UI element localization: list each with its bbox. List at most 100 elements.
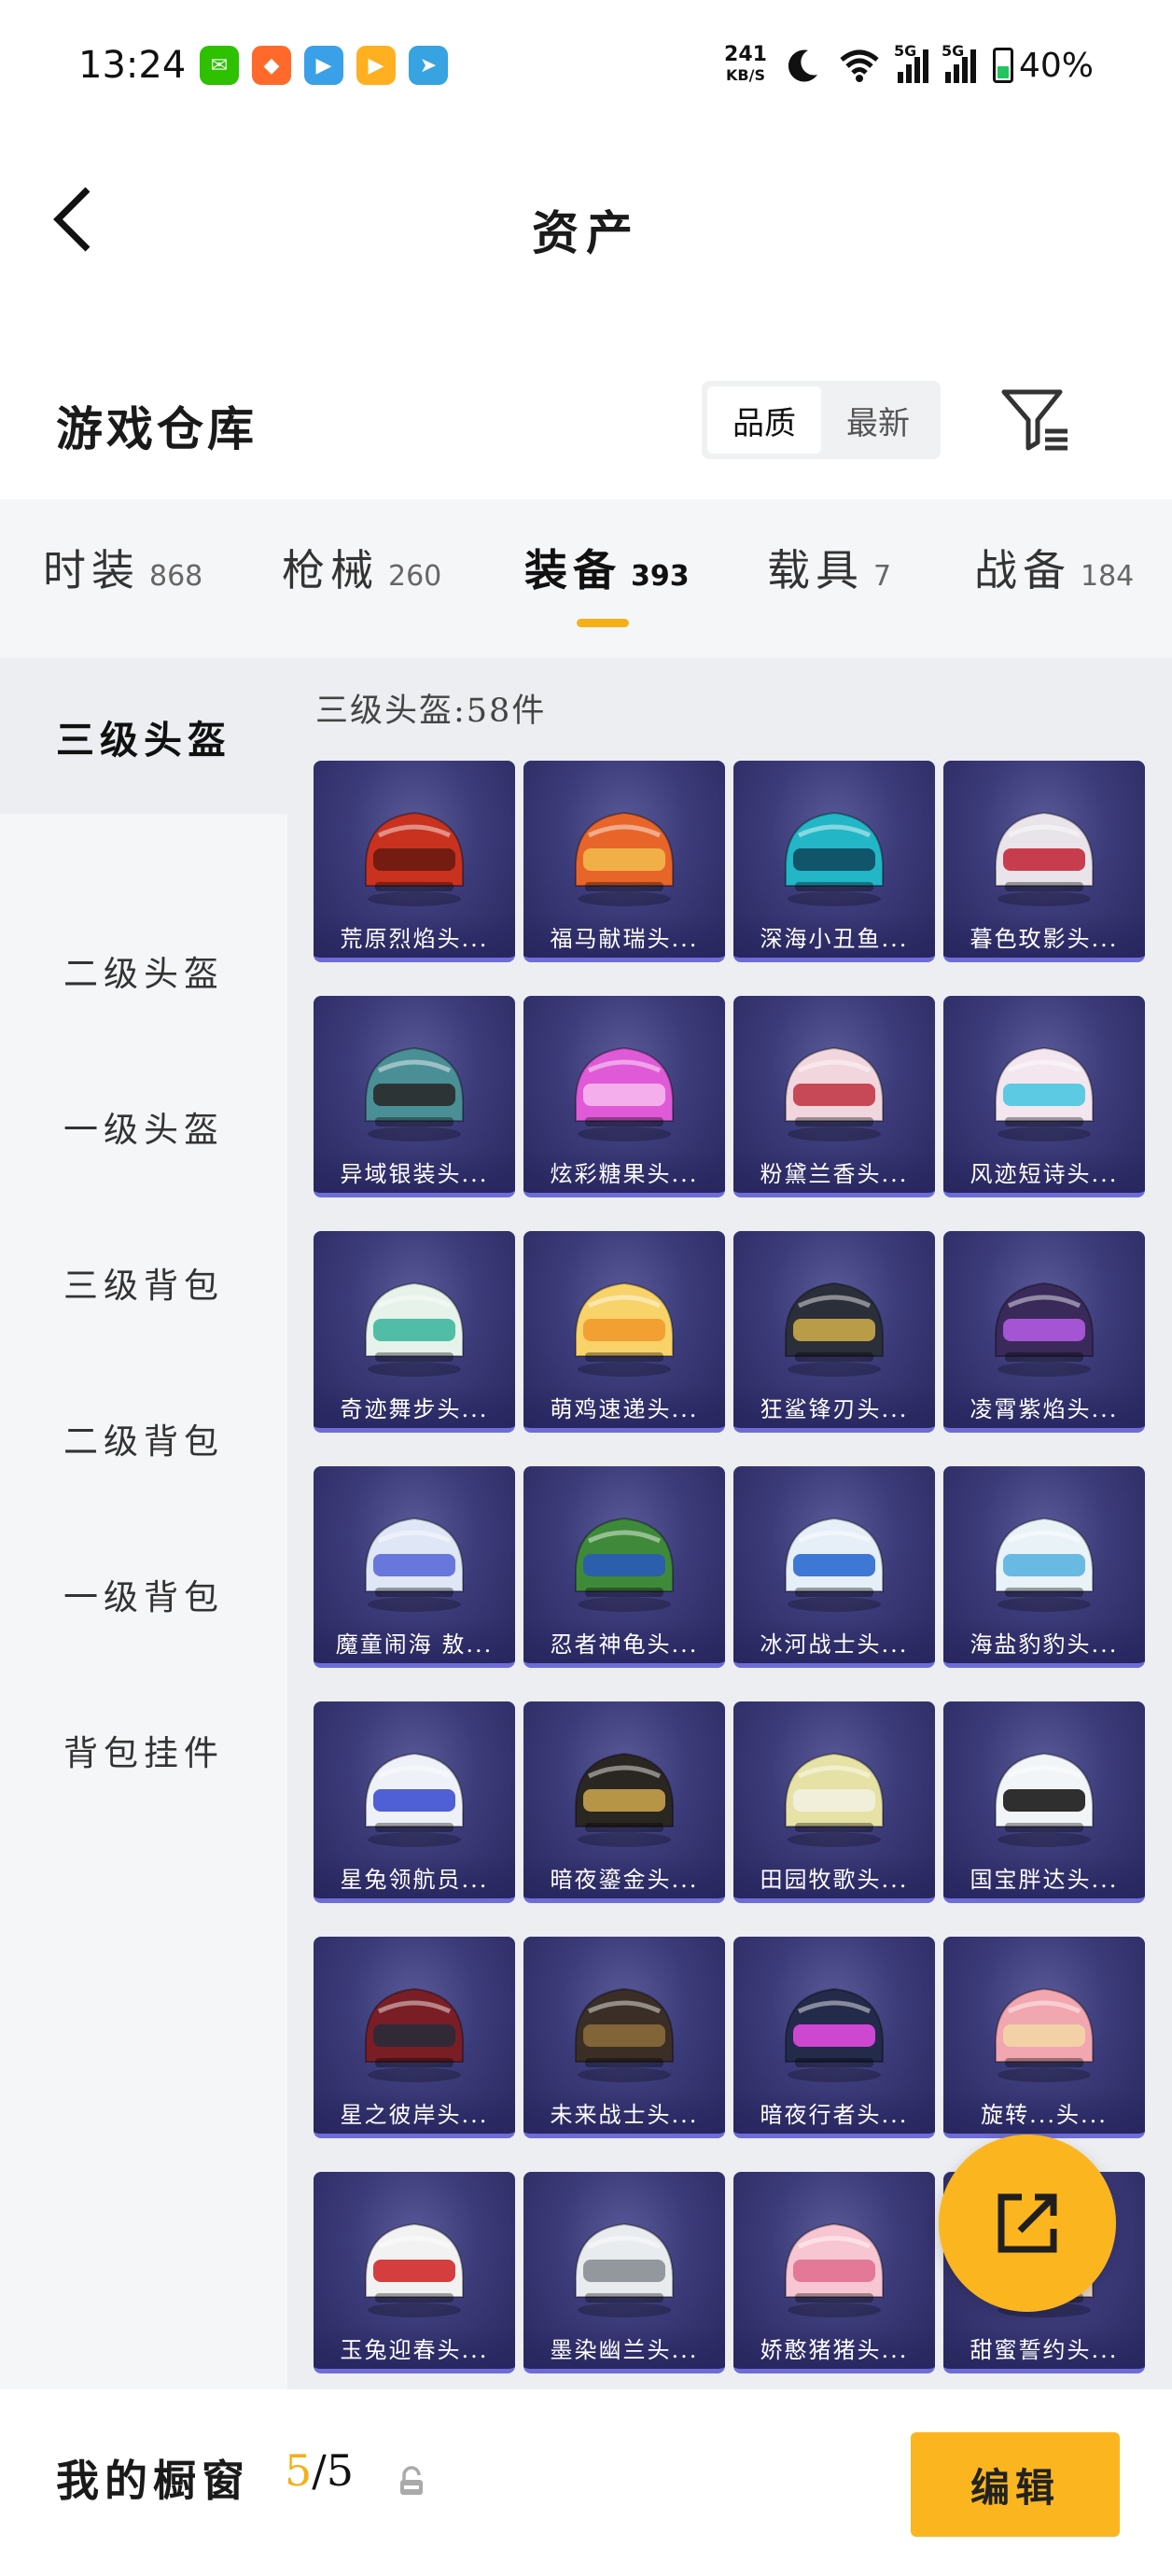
item-card[interactable]: 深海小丑鱼... bbox=[733, 761, 935, 962]
tab-equipment[interactable]: 装备 393 bbox=[524, 537, 690, 598]
helmet-icon bbox=[994, 1987, 1095, 2082]
signal-icon-2: 5G bbox=[942, 42, 976, 83]
item-card[interactable]: 狂鲨锋刃头... bbox=[733, 1231, 935, 1433]
sidebar-item[interactable]: 三级背包 bbox=[0, 1204, 287, 1360]
sidebar-item[interactable]: 一级背包 bbox=[0, 1516, 287, 1672]
helmet-icon bbox=[574, 1987, 675, 2082]
item-card[interactable]: 奇迹舞步头... bbox=[314, 1231, 515, 1433]
tab-count: 393 bbox=[631, 560, 690, 593]
item-card[interactable]: 冰河战士头... bbox=[733, 1466, 935, 1668]
showcase-separator: / bbox=[312, 2445, 327, 2496]
category-tabs: 时装 868 枪械 260 装备 393 载具 7 战备 184 bbox=[0, 499, 1172, 658]
wechat-icon: ✉ bbox=[200, 46, 239, 85]
tab-label: 战备 bbox=[974, 545, 1071, 595]
item-card[interactable]: 田园牧歌头... bbox=[733, 1701, 935, 1903]
item-card[interactable]: 玉兔迎春头... bbox=[314, 2172, 515, 2373]
page-title: 资产 bbox=[532, 205, 640, 260]
item-card[interactable]: 旋转...头... bbox=[943, 1937, 1145, 2138]
item-card[interactable]: 风迹短诗头... bbox=[943, 996, 1145, 1197]
item-name: 风迹短诗头... bbox=[943, 1150, 1145, 1193]
tab-count: 260 bbox=[388, 560, 442, 593]
edit-button[interactable]: 编辑 bbox=[911, 2432, 1120, 2537]
sidebar-item[interactable]: 背包挂件 bbox=[0, 1672, 287, 1827]
share-button[interactable] bbox=[939, 2135, 1116, 2312]
helmet-icon bbox=[364, 811, 465, 906]
helmet-icon bbox=[364, 1987, 465, 2082]
item-card[interactable]: 炫彩糖果头... bbox=[523, 996, 725, 1197]
sidebar-item[interactable]: 二级背包 bbox=[0, 1360, 287, 1516]
helmet-icon bbox=[994, 1046, 1095, 1141]
showcase-bar: 我的橱窗 5/5 编辑 bbox=[0, 2389, 1172, 2576]
item-card[interactable]: 暗夜行者头... bbox=[733, 1937, 935, 2138]
item-card[interactable]: 凌霄紫焰头... bbox=[943, 1231, 1145, 1433]
helmet-icon bbox=[574, 1046, 675, 1141]
active-tab-indicator bbox=[577, 619, 629, 627]
item-card[interactable]: 粉黛兰香头... bbox=[733, 996, 935, 1197]
item-name: 荒原烈焰头... bbox=[314, 915, 515, 958]
item-name: 星兔领航员... bbox=[314, 1855, 515, 1898]
battery-percent: 40% bbox=[1018, 46, 1094, 85]
signal-label-1: 5G bbox=[893, 42, 917, 60]
item-name: 甜蜜誓约头... bbox=[943, 2326, 1145, 2369]
sidebar-item[interactable]: 二级头盔 bbox=[0, 892, 287, 1048]
item-card[interactable]: 异域银装头... bbox=[314, 996, 515, 1197]
item-card[interactable]: 忍者神龟头... bbox=[523, 1466, 725, 1668]
item-card[interactable]: 暮色玫影头... bbox=[943, 761, 1145, 962]
item-name: 深海小丑鱼... bbox=[733, 915, 935, 958]
status-bar: 13:24 ✉ ◆ ▶ ▶ ➤ 241 KB/S 5G 5G 40% bbox=[0, 0, 1172, 131]
sort-option-newest[interactable]: 最新 bbox=[821, 386, 935, 454]
item-name: 暗夜行者头... bbox=[733, 2091, 935, 2134]
sort-option-quality[interactable]: 品质 bbox=[707, 386, 821, 454]
sidebar-item[interactable]: 一级头盔 bbox=[0, 1048, 287, 1204]
network-speed: 241 KB/S bbox=[724, 45, 767, 86]
tab-label: 装备 bbox=[524, 545, 621, 595]
sidebar-item[interactable]: 三级头盔 bbox=[0, 658, 287, 814]
warehouse-header: 游戏仓库 品质 最新 bbox=[0, 364, 1172, 476]
item-name: 国宝胖达头... bbox=[943, 1855, 1145, 1898]
showcase-count: 5/5 bbox=[285, 2445, 354, 2496]
tab-count: 7 bbox=[873, 560, 892, 593]
tab-count: 184 bbox=[1081, 560, 1135, 593]
tab-label: 时装 bbox=[43, 545, 140, 595]
filter-icon[interactable] bbox=[998, 383, 1073, 457]
network-speed-unit: KB/S bbox=[726, 66, 765, 84]
helmet-icon bbox=[784, 1752, 885, 1847]
tab-label: 枪械 bbox=[282, 545, 379, 595]
item-card[interactable]: 星之彼岸头... bbox=[314, 1937, 515, 2138]
item-name: 福马献瑞头... bbox=[523, 915, 725, 958]
tab-vehicles[interactable]: 载具 7 bbox=[767, 537, 891, 598]
item-card[interactable]: 星兔领航员... bbox=[314, 1701, 515, 1903]
helmet-icon bbox=[574, 1517, 675, 1612]
app-orange-icon: ◆ bbox=[252, 46, 291, 85]
tab-supplies[interactable]: 战备 184 bbox=[974, 537, 1134, 598]
item-card[interactable]: 魔童闹海 敖... bbox=[314, 1466, 515, 1668]
item-name: 玉兔迎春头... bbox=[314, 2326, 515, 2369]
item-card[interactable]: 福马献瑞头... bbox=[523, 761, 725, 962]
item-name: 炫彩糖果头... bbox=[523, 1150, 725, 1193]
item-name: 冰河战士头... bbox=[733, 1620, 935, 1663]
item-card[interactable]: 未来战士头... bbox=[523, 1937, 725, 2138]
status-indicators: 241 KB/S 5G 5G 40% bbox=[724, 42, 1094, 86]
tab-firearms[interactable]: 枪械 260 bbox=[282, 537, 441, 598]
tab-fashion[interactable]: 时装 868 bbox=[43, 537, 202, 598]
helmet-icon bbox=[784, 1987, 885, 2082]
helmet-icon bbox=[994, 1281, 1095, 1377]
page-header: 资产 bbox=[0, 131, 1172, 308]
item-name: 粉黛兰香头... bbox=[733, 1150, 935, 1193]
item-card[interactable]: 荒原烈焰头... bbox=[314, 761, 515, 962]
item-card[interactable]: 海盐豹豹头... bbox=[943, 1466, 1145, 1668]
item-card[interactable]: 暗夜鎏金头... bbox=[523, 1701, 725, 1903]
item-card[interactable]: 萌鸡速递头... bbox=[523, 1231, 725, 1433]
item-name: 田园牧歌头... bbox=[733, 1855, 935, 1898]
item-card[interactable]: 墨染幽兰头... bbox=[523, 2172, 725, 2373]
item-name: 暗夜鎏金头... bbox=[523, 1855, 725, 1898]
warehouse-title: 游戏仓库 bbox=[56, 401, 258, 456]
helmet-icon bbox=[364, 1046, 465, 1141]
item-name: 萌鸡速递头... bbox=[523, 1385, 725, 1428]
battery-indicator: 40% bbox=[992, 46, 1094, 85]
item-name: 星之彼岸头... bbox=[314, 2091, 515, 2134]
item-card[interactable]: 国宝胖达头... bbox=[943, 1701, 1145, 1903]
item-card[interactable]: 娇憨猪猪头... bbox=[733, 2172, 935, 2373]
helmet-icon bbox=[364, 1281, 465, 1377]
helmet-icon bbox=[994, 1752, 1095, 1847]
